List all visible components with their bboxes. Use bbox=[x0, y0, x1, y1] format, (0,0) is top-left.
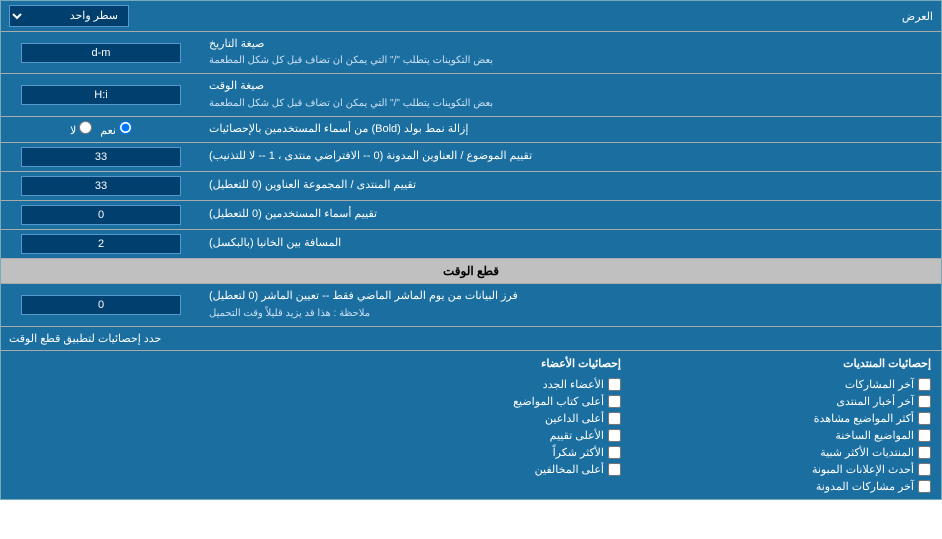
list-item: الأعضاء الجدد bbox=[321, 378, 621, 391]
user-names-label: تقييم أسماء المستخدمين (0 للتعطيل) bbox=[209, 207, 377, 222]
checkbox-a3la-taqyeem[interactable] bbox=[608, 429, 621, 442]
col2-header: إحصائيات الأعضاء bbox=[321, 357, 621, 370]
list-item: الأكثر شكراً bbox=[321, 446, 621, 459]
time-format-input[interactable] bbox=[21, 85, 181, 105]
checkbox-i3lanaat[interactable] bbox=[918, 463, 931, 476]
radio-yes[interactable] bbox=[119, 121, 132, 134]
checkbox-akhir-akhbar[interactable] bbox=[918, 395, 931, 408]
time-format-label: صيغة الوقت bbox=[209, 79, 264, 94]
list-item: المنتديات الأكثر شبية bbox=[631, 446, 931, 459]
user-names-input[interactable] bbox=[21, 205, 181, 225]
time-format-hint: بعض التكوينات يتطلب "/" التي يمكن ان تضا… bbox=[209, 97, 493, 111]
checkboxes-col3 bbox=[11, 357, 311, 493]
ardh-select[interactable]: سطر واحد سطرين ثلاثة أسطر bbox=[9, 5, 129, 27]
list-item: أعلى الداعين bbox=[321, 412, 621, 425]
checkbox-akthar-shokran[interactable] bbox=[608, 446, 621, 459]
list-item: آخر مشاركات المدونة bbox=[631, 480, 931, 493]
checkbox-a3la-mokhalefeen[interactable] bbox=[608, 463, 621, 476]
realtime-filter-label: فرز البيانات من يوم الماشر الماضي فقط --… bbox=[209, 289, 518, 304]
forum-address-label: تقييم المنتدى / المجموعة العناوين (0 للت… bbox=[209, 178, 416, 193]
realtime-section-header: قطع الوقت bbox=[1, 259, 941, 284]
date-format-label: صيغة التاريخ bbox=[209, 37, 264, 52]
realtime-filter-note: ملاحظة : هذا قد يزيد قليلاً وقت التحميل bbox=[209, 307, 370, 321]
date-format-hint: بعض التكوينات يتطلب "/" التي يمكن ان تضا… bbox=[209, 54, 493, 68]
list-item: أعلى كتاب المواضيع bbox=[321, 395, 621, 408]
list-item: أحدث الإعلانات المبونة bbox=[631, 463, 931, 476]
checkboxes-col1: إحصائيات المنتديات آخر المشاركات آخر أخب… bbox=[631, 357, 931, 493]
radio-yes-label: نعم bbox=[100, 121, 132, 137]
radio-no[interactable] bbox=[79, 121, 92, 134]
list-item: أكثر المواضيع مشاهدة bbox=[631, 412, 931, 425]
limit-row: حدد إحصائيات لتطبيق قطع الوقت bbox=[1, 327, 941, 351]
radio-no-label: لا bbox=[70, 121, 92, 137]
checkbox-a3la-kotab[interactable] bbox=[608, 395, 621, 408]
subject-address-input[interactable] bbox=[21, 147, 181, 167]
checkbox-akthar-mawadee3[interactable] bbox=[918, 412, 931, 425]
list-item: آخر أخبار المنتدى bbox=[631, 395, 931, 408]
forum-address-input[interactable] bbox=[21, 176, 181, 196]
bold-remove-label: إزالة نمط بولد (Bold) من أسماء المستخدمي… bbox=[209, 122, 468, 137]
date-format-input[interactable] bbox=[21, 43, 181, 63]
checkbox-akhir-mosharkaat[interactable] bbox=[918, 378, 931, 391]
list-item: آخر المشاركات bbox=[631, 378, 931, 391]
checkboxes-col2: إحصائيات الأعضاء الأعضاء الجدد أعلى كتاب… bbox=[321, 357, 621, 493]
checkbox-a3daa-jodod[interactable] bbox=[608, 378, 621, 391]
col1-header: إحصائيات المنتديات bbox=[631, 357, 931, 370]
list-item: أعلى المخالفين bbox=[321, 463, 621, 476]
checkbox-a3la-da3een[interactable] bbox=[608, 412, 621, 425]
ardh-label: العرض bbox=[902, 10, 933, 23]
distance-label: المسافة بين الخانيا (بالبكسل) bbox=[209, 236, 341, 251]
checkbox-mawadee3-sakhina[interactable] bbox=[918, 429, 931, 442]
list-item: المواضيع الساخنة bbox=[631, 429, 931, 442]
checkbox-akhir-mosharkaat-madawana[interactable] bbox=[918, 480, 931, 493]
subject-address-label: تقييم الموضوع / العناوين المدونة (0 -- ا… bbox=[209, 149, 532, 164]
distance-input[interactable] bbox=[21, 234, 181, 254]
list-item: الأعلى تقييم bbox=[321, 429, 621, 442]
checkbox-montadayat-shabi3a[interactable] bbox=[918, 446, 931, 459]
realtime-filter-input[interactable] bbox=[21, 295, 181, 315]
checkboxes-area: إحصائيات المنتديات آخر المشاركات آخر أخب… bbox=[1, 351, 941, 499]
